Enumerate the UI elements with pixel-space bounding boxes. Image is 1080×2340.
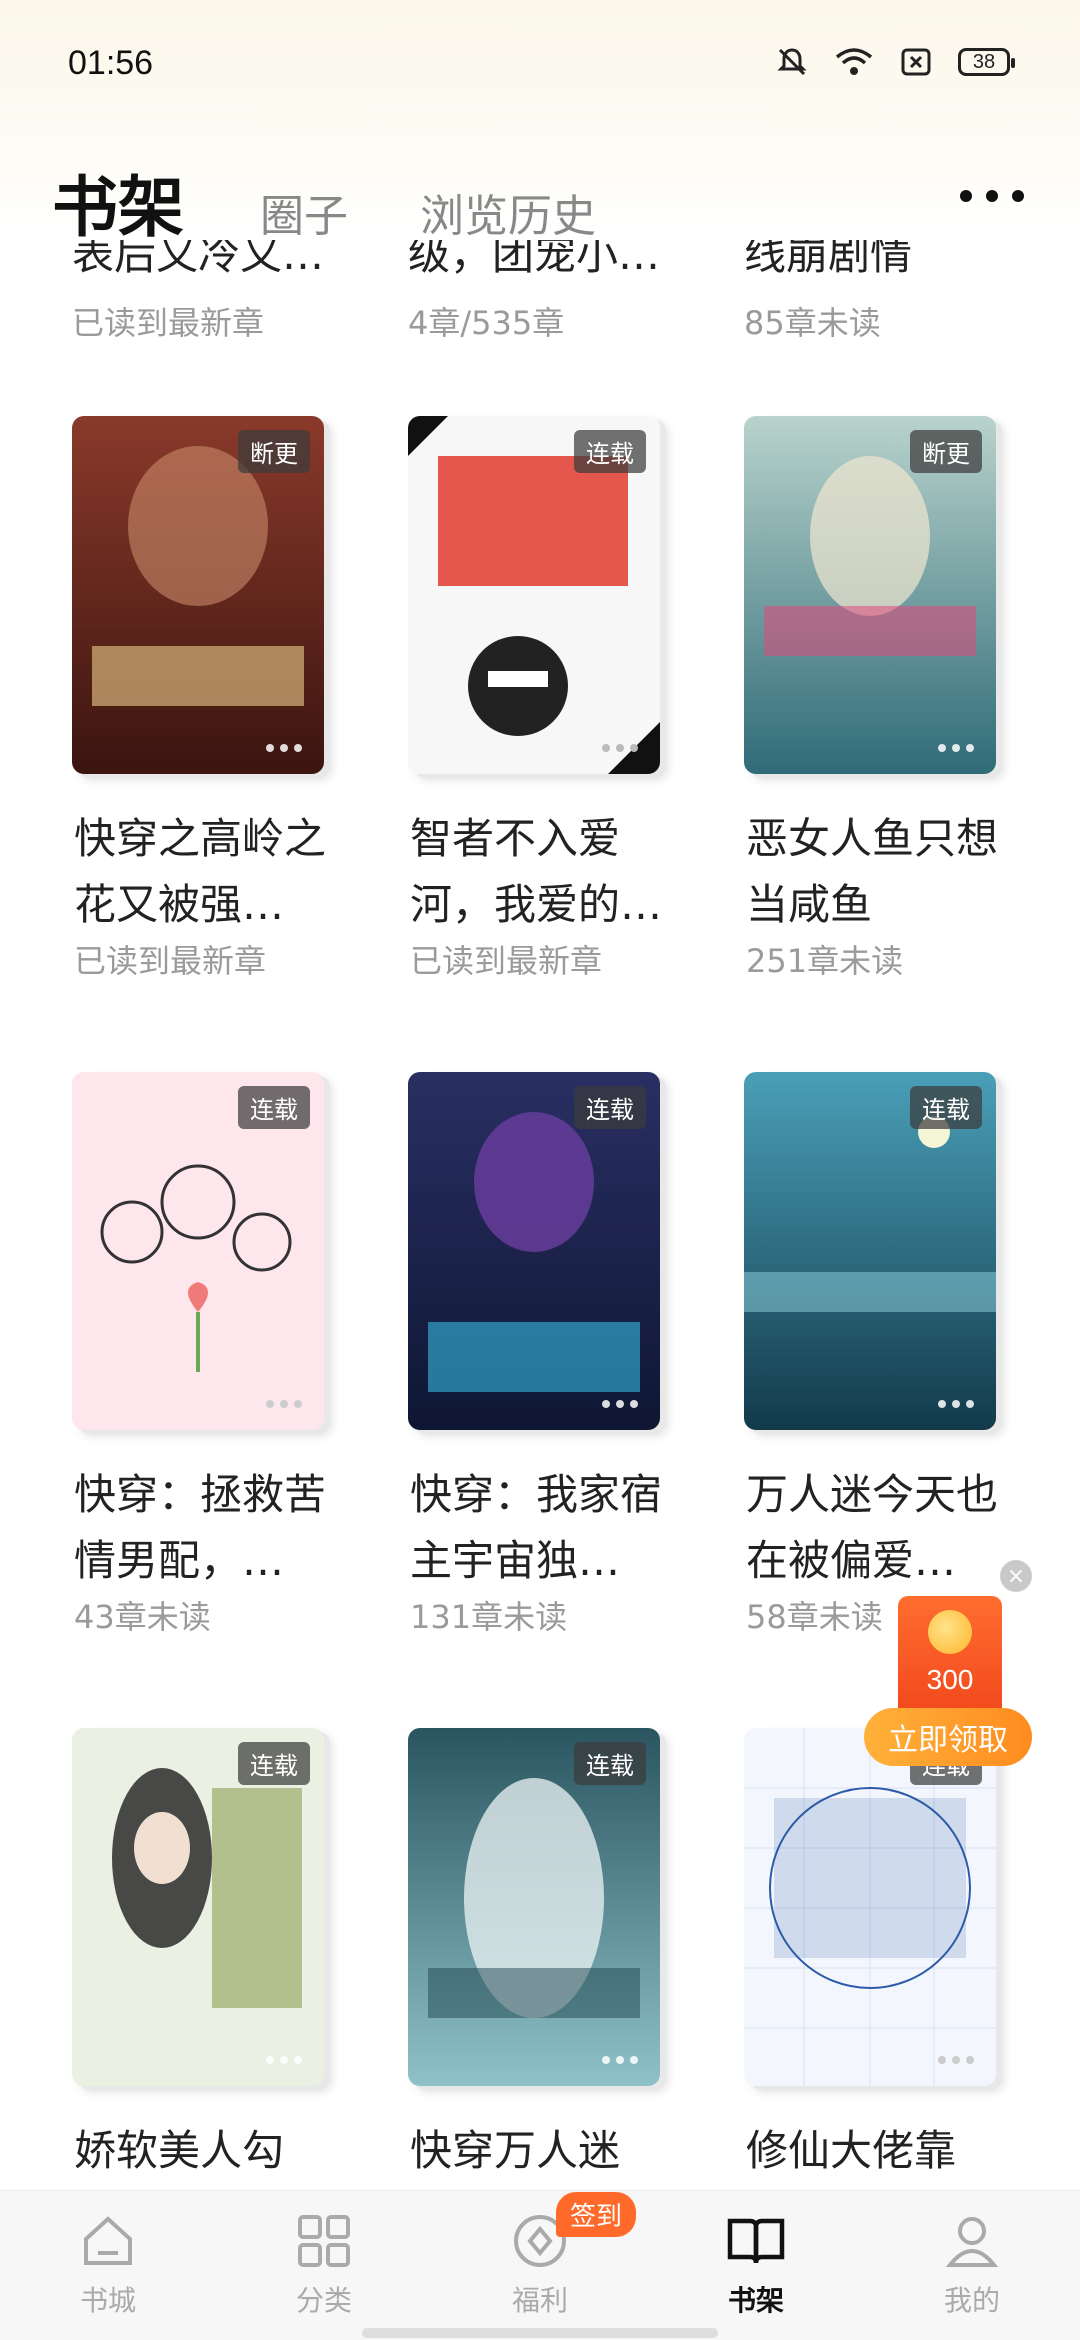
more-dots-icon[interactable] [960,186,1024,206]
book-cover[interactable]: 连载 [408,416,660,774]
more-dots-icon [266,2056,302,2064]
claim-button[interactable]: 立即领取 [864,1708,1032,1766]
red-packet-card[interactable]: 300 [898,1596,1002,1726]
mute-bell-icon [772,44,812,80]
wifi-icon [834,44,874,80]
book-progress: 131章未读 [410,1598,568,1636]
book-title: 恶女人鱼只想当咸鱼 [746,814,999,929]
home-icon [76,2209,140,2273]
list-item[interactable]: 级，团宠小… 4章/535章 [408,240,688,342]
tab-history[interactable]: 浏览历史 [420,180,596,244]
status-badge: 断更 [910,430,982,473]
status-badge: 连载 [238,1086,310,1129]
book-progress: 85章未读 [744,304,881,342]
list-item[interactable]: 表后又冷又… 已读到最新章 [72,240,352,342]
nav-label: 我的 [943,2284,1000,2317]
book-title: 线崩剧情 [744,240,913,279]
nav-item-category[interactable]: 分类 [264,2209,384,2329]
battery-icon: 38 [958,48,1015,76]
close-icon[interactable]: × [1000,1560,1032,1592]
tab-circle[interactable]: 圈子 [260,180,348,244]
bottom-nav: 书城 分类 福利 书架 我的 [0,2190,1080,2340]
sim-off-icon [896,44,936,80]
book-cover[interactable]: 连载 [408,1072,660,1430]
more-dots-icon [602,1400,638,1408]
nav-label: 书架 [727,2284,784,2317]
grid-icon [292,2209,356,2273]
status-badge: 连载 [574,430,646,473]
more-dots-icon [602,744,638,752]
book-progress: 43章未读 [74,1598,211,1636]
red-packet-promo[interactable]: × 300 立即领取 [864,1560,1040,1770]
nav-item-mine[interactable]: 我的 [912,2209,1032,2329]
book-title: 智者不入爱河，我爱的… [410,814,663,929]
book-title: 快穿万人迷 [410,2126,621,2175]
nav-label: 福利 [511,2284,568,2317]
book-cover[interactable]: 连载 [72,1072,324,1430]
book-title: 快穿：我家宿主宇宙独… [410,1470,663,1585]
more-dots-icon [938,1400,974,1408]
more-dots-icon [602,2056,638,2064]
home-indicator[interactable] [362,2328,718,2338]
book-cover[interactable]: 断更 [744,416,996,774]
top-tabs: 书架 圈子 浏览历史 [0,140,1080,246]
bookshelf-grid: 表后又冷又… 已读到最新章 级，团宠小… 4章/535章 线崩剧情 85章未读 … [0,240,1080,2190]
nav-label: 书城 [79,2284,136,2317]
book-progress: 251章未读 [746,942,904,980]
list-item[interactable]: 线崩剧情 85章未读 [744,240,1024,342]
book-cover[interactable]: 连载 [744,1072,996,1430]
book-title: 修仙大佬靠 [746,2126,957,2175]
user-icon [940,2209,1004,2273]
book-icon [724,2209,788,2273]
status-icons: 38 [772,44,1015,80]
book-title: 级，团宠小… [408,240,661,279]
status-badge: 连载 [238,1742,310,1785]
book-cover[interactable]: 连载 [72,1728,324,2086]
status-bar: 01:56 38 [0,0,1080,130]
book-cover[interactable]: 连载 [744,1728,996,2086]
book-cover[interactable]: 断更 [72,416,324,774]
status-badge: 连载 [574,1742,646,1785]
book-progress: 4章/535章 [408,304,565,342]
tab-bookshelf[interactable]: 书架 [52,154,184,250]
book-progress: 已读到最新章 [410,942,603,980]
status-badge: 断更 [238,430,310,473]
nav-label: 分类 [295,2284,352,2317]
promo-amount: 300 [926,1664,974,1695]
status-badge: 连载 [574,1086,646,1129]
sign-in-badge[interactable]: 签到 [556,2192,637,2237]
book-progress: 已读到最新章 [72,304,265,342]
book-title: 快穿：拯救苦情男配，… [74,1470,327,1585]
book-title: 娇软美人勾 [74,2126,285,2175]
nav-item-bookshelf[interactable]: 书架 [696,2209,816,2329]
status-time: 01:56 [68,44,154,82]
book-cover[interactable]: 连载 [408,1728,660,2086]
book-title: 快穿之高岭之花又被强… [74,814,327,929]
book-progress: 已读到最新章 [74,942,267,980]
battery-level: 38 [972,50,996,73]
nav-item-bookstore[interactable]: 书城 [48,2209,168,2329]
more-dots-icon [266,744,302,752]
more-dots-icon [938,2056,974,2064]
more-dots-icon [266,1400,302,1408]
coin-icon [928,1610,972,1654]
book-progress: 58章未读 [746,1598,883,1636]
more-dots-icon [938,744,974,752]
status-badge: 连载 [910,1086,982,1129]
